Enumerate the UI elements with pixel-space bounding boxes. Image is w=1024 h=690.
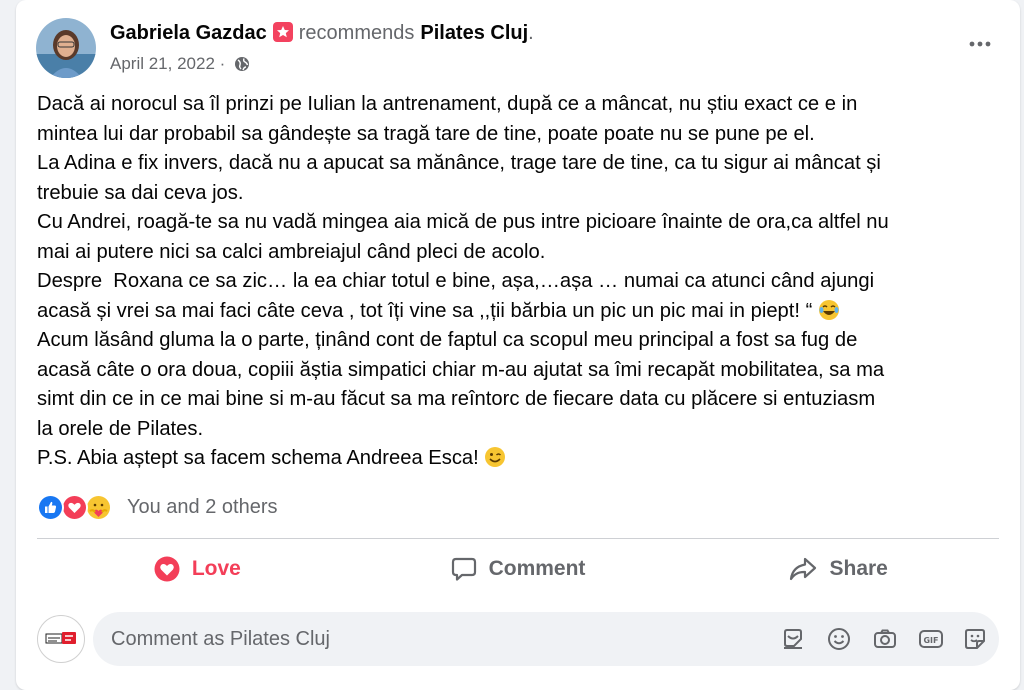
recommendation-badge-icon	[272, 22, 293, 42]
more-options-icon[interactable]	[960, 24, 1000, 64]
love-icon	[154, 556, 180, 582]
comment-icon	[451, 557, 476, 581]
comment-composer: GIF	[37, 612, 999, 666]
post-line: acasă și vrei sa mai faci câte ceva , to…	[37, 299, 813, 322]
post-line: Dacă ai norocul sa îl prinzi pe Iulian l…	[37, 93, 858, 115]
post-meta: April 21, 2022 ·	[110, 54, 250, 77]
post-line: Cu Andrei, roagă-te sa nu vadă mingea ai…	[37, 211, 889, 233]
comment-button[interactable]: Comment	[358, 544, 679, 594]
page-name-link[interactable]: Pilates Cluj	[420, 22, 528, 44]
wink-emoji-icon	[484, 446, 506, 468]
reaction-count[interactable]: You and 2 others	[127, 496, 278, 519]
divider	[37, 538, 999, 539]
action-bar: Love Comment Share	[37, 544, 999, 594]
emoji-icon[interactable]	[825, 625, 853, 653]
globe-icon[interactable]	[234, 56, 250, 77]
post-header: Gabriela Gazdac recommends Pilates Cluj. A…	[36, 14, 1000, 84]
love-button[interactable]: Love	[37, 544, 358, 594]
laughing-tears-emoji-icon	[818, 299, 840, 321]
comment-box: GIF	[93, 612, 999, 666]
post-date[interactable]: April 21, 2022	[110, 54, 215, 73]
post-text: Dacă ai norocul sa îl prinzi pe Iulian l…	[37, 90, 999, 474]
care-icon	[85, 494, 112, 521]
post-line: Acum lăsând gluma la o parte, ținând con…	[37, 329, 858, 351]
post-line: La Adina e fix invers, dacă nu a apucat …	[37, 152, 881, 174]
svg-text:GIF: GIF	[923, 636, 938, 645]
post-line: la orele de Pilates.	[37, 417, 204, 440]
recommends-text: recommends	[298, 22, 415, 44]
meta-separator: ·	[219, 54, 226, 73]
gif-icon[interactable]: GIF	[917, 625, 945, 653]
reaction-icons	[37, 490, 121, 524]
share-icon	[790, 557, 817, 581]
reactions-summary[interactable]: You and 2 others	[37, 490, 278, 524]
avatar-sticker-icon[interactable]	[961, 625, 989, 653]
page-avatar[interactable]	[37, 615, 85, 663]
post-line: simt din ce in ce mai bine si m-au făcut…	[37, 388, 876, 410]
post-card: Gabriela Gazdac recommends Pilates Cluj. A…	[16, 0, 1020, 690]
love-label: Love	[191, 557, 241, 580]
post-line: mintea lui dar probabil sa gândește sa t…	[37, 122, 815, 145]
post-title-line: Gabriela Gazdac recommends Pilates Cluj.	[110, 22, 534, 45]
title-period: .	[528, 22, 534, 44]
author-avatar[interactable]	[36, 18, 96, 78]
author-name[interactable]: Gabriela Gazdac	[110, 22, 267, 44]
comment-label: Comment	[488, 557, 586, 580]
share-button[interactable]: Share	[678, 544, 999, 594]
post-line: P.S. Abia aștept sa facem schema Andreea…	[37, 447, 479, 469]
comment-input[interactable]	[111, 612, 671, 666]
like-icon	[37, 494, 64, 521]
share-label: Share	[829, 557, 888, 580]
post-line: mai ai putere nici sa calci ambreiajul c…	[37, 240, 546, 263]
post-line: trebuie sa dai ceva jos.	[37, 181, 244, 204]
camera-icon[interactable]	[871, 625, 899, 653]
post-line: acasă câte o ora doua, copiii ăștia simp…	[37, 358, 885, 381]
love-icon	[61, 494, 88, 521]
sticker-icon[interactable]	[779, 625, 807, 653]
post-line: Despre Roxana ce sa zic… la ea chiar tot…	[37, 270, 875, 292]
